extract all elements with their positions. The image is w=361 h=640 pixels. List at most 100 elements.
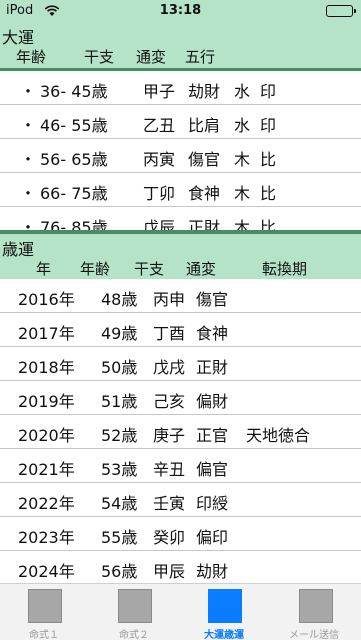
tab-meishiki-1[interactable]: 命式１ xyxy=(0,584,90,640)
daiun-col-age: 年齢 xyxy=(16,48,47,66)
bullet: ・ xyxy=(20,184,37,203)
saiun-title: 歳運 xyxy=(2,240,35,259)
tab-icon xyxy=(118,589,152,623)
age: 52歳 xyxy=(101,426,138,445)
tab-meishiki-2[interactable]: 命式２ xyxy=(90,584,180,640)
age: 53歳 xyxy=(101,460,138,479)
tsuhen: 正財 xyxy=(196,358,229,377)
saiun-header: 歳運 年 年齢 干支 通変 転換期 xyxy=(0,234,361,279)
kanshi: 甲辰 xyxy=(153,562,186,581)
year: 2016年 xyxy=(18,290,75,309)
gogyo-relation: 印 xyxy=(260,116,277,135)
year: 2019年 xyxy=(18,392,75,411)
saiun-col-year: 年 xyxy=(36,260,52,278)
daiun-row[interactable]: ・ 56- 65歳 丙寅 傷官 木 比 xyxy=(0,139,361,173)
gogyo-relation: 比 xyxy=(260,184,277,203)
tsuhen: 正財 xyxy=(188,218,221,230)
tab-label: 命式１ xyxy=(29,630,59,640)
tsuhen: 印綬 xyxy=(196,494,229,513)
age: 54歳 xyxy=(101,494,138,513)
daiun-title: 大運 xyxy=(2,28,35,47)
saiun-row[interactable]: 2022年 54歳 壬寅 印綬 xyxy=(0,483,361,517)
kanshi: 辛丑 xyxy=(153,460,186,479)
gogyo-element: 水 xyxy=(234,82,251,101)
year: 2023年 xyxy=(18,528,75,547)
daiun-col-kanshi: 干支 xyxy=(84,48,115,66)
year: 2021年 xyxy=(18,460,75,479)
daiun-col-tsuhen: 通変 xyxy=(136,48,167,66)
year: 2022年 xyxy=(18,494,75,513)
daiun-row[interactable]: ・ 76- 85歳 戊辰 正財 木 比 xyxy=(0,207,361,230)
kanshi: 癸卯 xyxy=(153,528,186,547)
age: 50歳 xyxy=(101,358,138,377)
age: 49歳 xyxy=(101,324,138,343)
tab-icon xyxy=(299,589,333,623)
gogyo-element: 木 xyxy=(234,184,251,203)
saiun-row[interactable]: 2016年 48歳 丙申 傷官 xyxy=(0,279,361,313)
gogyo-element: 水 xyxy=(234,116,251,135)
battery-icon xyxy=(326,5,356,17)
age: 55歳 xyxy=(101,528,138,547)
tab-daiun-saiun[interactable]: 大運歳運 xyxy=(180,584,270,640)
kanshi: 甲子 xyxy=(143,82,176,101)
status-bar: iPod 13:18 xyxy=(0,0,361,22)
tsuhen: 傷官 xyxy=(188,150,221,169)
tsuhen: 偏印 xyxy=(196,528,229,547)
saiun-row[interactable]: 2020年 52歳 庚子 正官 天地徳合 xyxy=(0,415,361,449)
gogyo-relation: 印 xyxy=(260,82,277,101)
kanshi: 乙丑 xyxy=(143,116,176,135)
saiun-col-kanshi: 干支 xyxy=(134,260,165,278)
saiun-row[interactable]: 2024年 56歳 甲辰 劫財 xyxy=(0,551,361,583)
saiun-row[interactable]: 2021年 53歳 辛丑 偏官 xyxy=(0,449,361,483)
year: 2018年 xyxy=(18,358,75,377)
saiun-row[interactable]: 2019年 51歳 己亥 偏財 xyxy=(0,381,361,415)
tab-label: メール送信 xyxy=(289,630,339,640)
tab-label: 大運歳運 xyxy=(204,630,244,640)
saiun-row[interactable]: 2023年 55歳 癸卯 偏印 xyxy=(0,517,361,551)
kanshi: 庚子 xyxy=(153,426,186,445)
saiun-col-transition: 転換期 xyxy=(262,260,308,278)
tsuhen: 食神 xyxy=(188,184,221,203)
saiun-row[interactable]: 2017年 49歳 丁酉 食神 xyxy=(0,313,361,347)
gogyo-relation: 比 xyxy=(260,218,277,230)
saiun-row[interactable]: 2018年 50歳 戊戌 正財 xyxy=(0,347,361,381)
age-range: 56- 65歳 xyxy=(40,150,108,169)
kanshi: 壬寅 xyxy=(153,494,186,513)
saiun-col-tsuhen: 通変 xyxy=(186,260,217,278)
clock: 13:18 xyxy=(159,3,202,18)
tsuhen: 偏財 xyxy=(196,392,229,411)
age: 48歳 xyxy=(101,290,138,309)
tab-bar: 命式１ 命式２ 大運歳運 メール送信 xyxy=(0,583,361,640)
age-range: 76- 85歳 xyxy=(40,218,108,230)
kanshi: 丁卯 xyxy=(143,184,176,203)
tsuhen: 正官 xyxy=(196,426,229,445)
kanshi: 丁酉 xyxy=(153,324,186,343)
tsuhen: 偏官 xyxy=(196,460,229,479)
gogyo-relation: 比 xyxy=(260,150,277,169)
tsuhen: 比肩 xyxy=(188,116,221,135)
daiun-row[interactable]: ・ 36- 45歳 甲子 劫財 水 印 xyxy=(0,71,361,105)
tsuhen: 劫財 xyxy=(196,562,229,581)
age-range: 36- 45歳 xyxy=(40,82,108,101)
daiun-row[interactable]: ・ 46- 55歳 乙丑 比肩 水 印 xyxy=(0,105,361,139)
saiun-col-age: 年齢 xyxy=(80,260,111,278)
daiun-row[interactable]: ・ 66- 75歳 丁卯 食神 木 比 xyxy=(0,173,361,207)
age-range: 66- 75歳 xyxy=(40,184,108,203)
age-range: 46- 55歳 xyxy=(40,116,108,135)
tab-mail-send[interactable]: メール送信 xyxy=(270,584,361,640)
kanshi: 戊辰 xyxy=(143,218,176,230)
kanshi: 丙申 xyxy=(153,290,186,309)
tsuhen: 劫財 xyxy=(188,82,221,101)
age: 51歳 xyxy=(101,392,138,411)
tsuhen: 食神 xyxy=(196,324,229,343)
year: 2024年 xyxy=(18,562,75,581)
kanshi: 己亥 xyxy=(153,392,186,411)
age: 56歳 xyxy=(101,562,138,581)
kanshi: 丙寅 xyxy=(143,150,176,169)
kanshi: 戊戌 xyxy=(153,358,186,377)
gogyo-element: 木 xyxy=(234,218,251,230)
tab-icon xyxy=(28,589,62,623)
bullet: ・ xyxy=(20,150,37,169)
year: 2017年 xyxy=(18,324,75,343)
year: 2020年 xyxy=(18,426,75,445)
